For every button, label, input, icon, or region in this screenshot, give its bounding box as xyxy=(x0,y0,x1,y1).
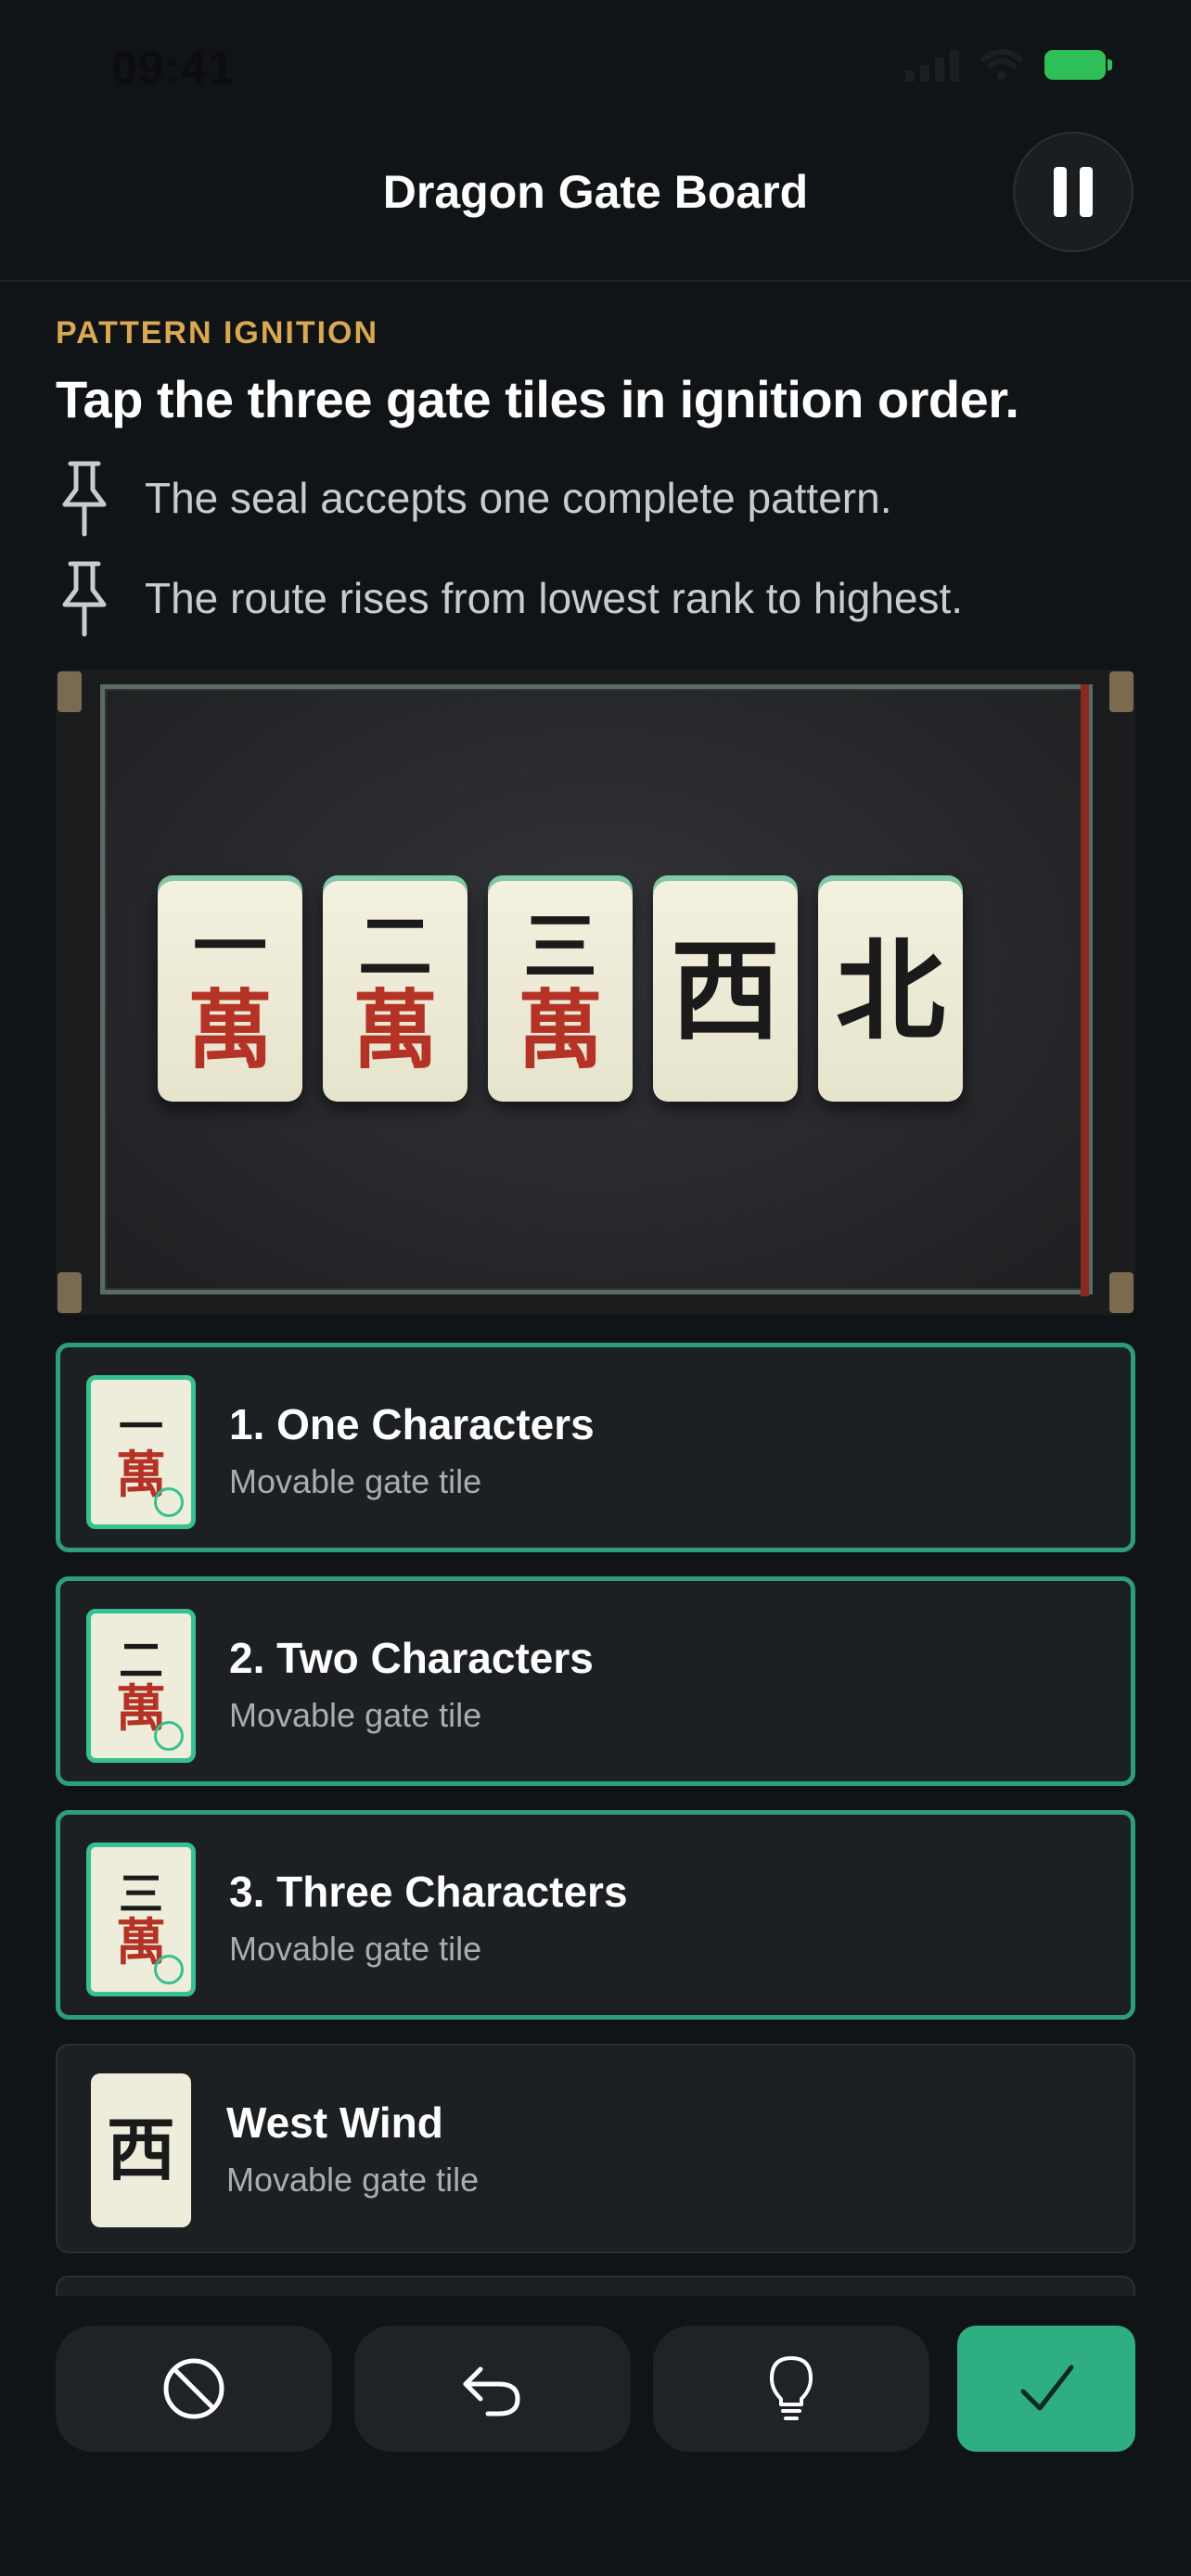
tile-thumbnail: 二 萬 xyxy=(86,1609,196,1763)
board-corner xyxy=(1109,1272,1133,1313)
pin-icon xyxy=(62,461,107,537)
hint-button[interactable] xyxy=(653,2326,929,2452)
board-red-edge xyxy=(1081,684,1089,1296)
tile-thumbnail: 一 萬 xyxy=(86,1375,196,1529)
board-tile-two-characters[interactable]: 二 萬 xyxy=(323,881,467,1102)
game-board: 一 萬 二 萬 三 萬 西 北 xyxy=(56,670,1135,1315)
rule-item: The route rises from lowest rank to high… xyxy=(56,558,963,638)
pin-icon xyxy=(62,561,107,637)
board-corner xyxy=(58,1272,82,1313)
pause-button[interactable] xyxy=(1013,132,1133,252)
status-time: 09:41 xyxy=(111,42,235,94)
board-tile-north-wind[interactable]: 北 xyxy=(818,881,963,1102)
tile-card-subtitle: Movable gate tile xyxy=(229,1462,482,1500)
hint-icon xyxy=(770,2356,813,2420)
puzzle-type-label: PATTERN IGNITION xyxy=(56,315,379,351)
undo-icon xyxy=(463,2366,520,2417)
tile-thumbnail: 西 xyxy=(91,2073,191,2227)
tile-thumbnail: 三 萬 xyxy=(86,1843,196,1996)
tile-card-two-characters[interactable]: 二 萬 2. Two Characters Movable gate tile xyxy=(56,1576,1135,1786)
clear-icon xyxy=(163,2358,224,2419)
tile-card-title: 1. One Characters xyxy=(229,1400,595,1448)
board-tile-one-characters[interactable]: 一 萬 xyxy=(158,881,302,1102)
tile-card-west-wind[interactable]: 西 West Wind Movable gate tile xyxy=(56,2044,1135,2253)
board-corner xyxy=(1109,671,1133,712)
rule-text: The seal accepts one complete pattern. xyxy=(145,474,892,522)
tile-card-subtitle: Movable gate tile xyxy=(229,1930,482,1968)
puzzle-instruction-heading: Tap the three gate tiles in ignition ord… xyxy=(56,370,1019,428)
game-header: Dragon Gate Board xyxy=(0,130,1191,282)
tile-card-title: West Wind xyxy=(226,2098,443,2147)
tile-card-title: 3. Three Characters xyxy=(229,1868,628,1916)
pause-icon-bar-right xyxy=(1080,167,1093,217)
board-tile-three-characters[interactable]: 三 萬 xyxy=(488,881,633,1102)
clear-button[interactable] xyxy=(56,2326,332,2452)
cellular-signal-icon xyxy=(905,48,959,82)
tile-card-title: 2. Two Characters xyxy=(229,1634,594,1682)
board-tile-west-wind[interactable]: 西 xyxy=(653,881,798,1102)
tile-card-three-characters[interactable]: 三 萬 3. Three Characters Movable gate til… xyxy=(56,1810,1135,2020)
tile-card-subtitle: Movable gate tile xyxy=(226,2161,480,2199)
selected-check-icon xyxy=(154,1721,184,1751)
board-tile-row: 一 萬 二 萬 三 萬 西 北 xyxy=(158,881,963,1102)
wifi-icon xyxy=(980,49,1023,80)
tile-card-one-characters[interactable]: 一 萬 1. One Characters Movable gate tile xyxy=(56,1343,1135,1552)
selected-check-icon xyxy=(154,1955,184,1984)
board-corner xyxy=(58,671,82,712)
action-toolbar xyxy=(0,2296,1191,2576)
confirm-button[interactable] xyxy=(957,2326,1135,2452)
tile-card-subtitle: Movable gate tile xyxy=(229,1696,482,1734)
confirm-check-icon xyxy=(1020,2365,1074,2411)
status-bar: 09:41 xyxy=(0,0,1191,130)
undo-button[interactable] xyxy=(354,2326,631,2452)
battery-icon xyxy=(1044,50,1112,80)
rule-text: The route rises from lowest rank to high… xyxy=(145,574,964,622)
pause-icon-bar-left xyxy=(1054,167,1067,217)
rule-item: The seal accepts one complete pattern. xyxy=(56,458,891,538)
selected-check-icon xyxy=(154,1487,184,1517)
status-icons xyxy=(905,48,1112,82)
